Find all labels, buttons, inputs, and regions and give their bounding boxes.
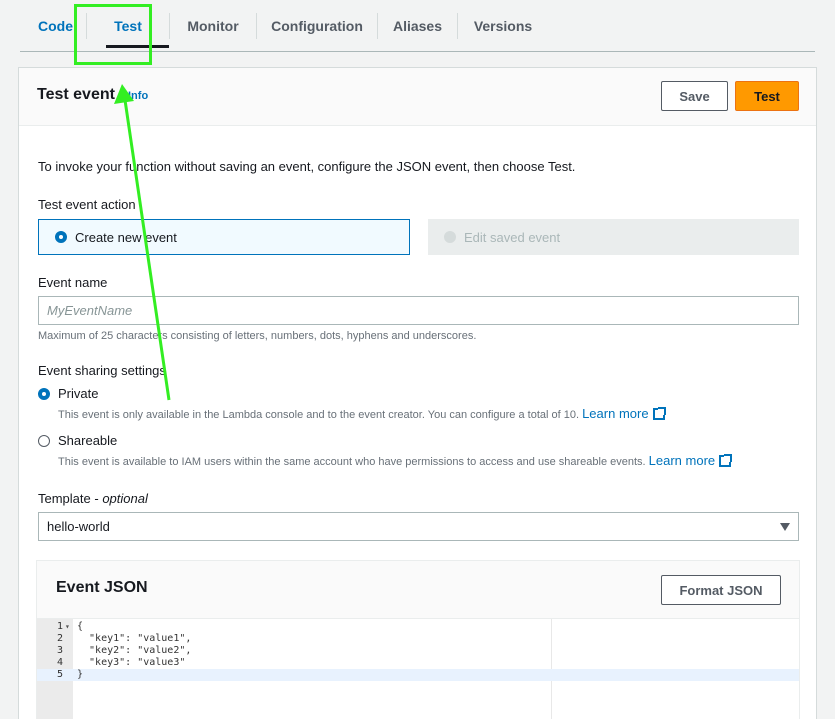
edit-saved-event-tile: Edit saved event — [428, 219, 799, 255]
test-event-panel: Test event Info Save Test To invoke your… — [18, 67, 817, 719]
format-json-button[interactable]: Format JSON — [661, 575, 781, 605]
radio-selected-icon[interactable] — [38, 387, 50, 400]
sharing-private-description: This event is only available in the Lamb… — [58, 406, 666, 421]
event-json-card: Event JSON Format JSON 1 ▾ { 2 "key1": "… — [36, 560, 800, 719]
tab-monitor[interactable]: Monitor — [170, 0, 256, 52]
code-text: "key1": "value1", — [77, 633, 192, 644]
tab-code[interactable]: Code — [20, 0, 86, 52]
code-text: "key2": "value2", — [77, 645, 192, 656]
json-code-editor[interactable]: 1 ▾ { 2 "key1": "value1", 3 "key2": "val… — [37, 618, 799, 719]
fold-toggle-icon[interactable]: ▾ — [65, 621, 70, 633]
sharing-private-label: Private — [58, 386, 99, 401]
code-text: "key3": "value3" — [77, 657, 186, 668]
template-select[interactable]: hello-world — [38, 512, 799, 541]
tab-bar: Code Test Monitor Configuration Aliases … — [20, 0, 815, 52]
line-number: 5 — [56, 669, 63, 680]
line-number: 4 — [56, 657, 63, 668]
line-number: 1 — [56, 621, 63, 632]
sharing-shareable-description: This event is available to IAM users wit… — [58, 453, 733, 468]
template-label-text: Template - — [38, 491, 103, 506]
radio-unselected-icon[interactable] — [38, 434, 50, 447]
save-button[interactable]: Save — [661, 81, 728, 111]
sharing-private-option[interactable]: Private — [38, 386, 98, 401]
event-name-hint: Maximum of 25 characters consisting of l… — [38, 330, 477, 342]
learn-more-link[interactable]: Learn more — [582, 406, 648, 421]
template-label: Template - optional — [38, 491, 148, 506]
sharing-shareable-option[interactable]: Shareable — [38, 433, 117, 448]
private-desc-text: This event is only available in the Lamb… — [58, 409, 580, 421]
tab-configuration[interactable]: Configuration — [257, 0, 377, 52]
create-new-event-label: Create new event — [75, 229, 177, 245]
external-link-icon — [652, 407, 666, 420]
event-sharing-label: Event sharing settings — [38, 363, 166, 378]
shareable-desc-text: This event is available to IAM users wit… — [58, 456, 646, 468]
code-line: 4 "key3": "value3" — [37, 657, 799, 669]
info-link[interactable]: Info — [128, 90, 148, 102]
sharing-shareable-label: Shareable — [58, 433, 118, 448]
code-line: 3 "key2": "value2", — [37, 645, 799, 657]
create-new-event-tile[interactable]: Create new event — [38, 219, 410, 255]
tab-versions[interactable]: Versions — [458, 0, 548, 52]
caret-down-icon — [780, 523, 790, 531]
code-line: 1 ▾ { — [37, 621, 799, 633]
tab-test[interactable]: Test — [87, 0, 169, 52]
event-json-title: Event JSON — [56, 579, 148, 596]
event-name-input[interactable]: MyEventName — [38, 296, 799, 325]
test-event-action-label: Test event action — [38, 197, 136, 212]
panel-header: Test event Info Save Test — [19, 68, 816, 126]
tab-aliases[interactable]: Aliases — [378, 0, 457, 52]
code-line-active: 5 } — [37, 669, 799, 681]
learn-more-link[interactable]: Learn more — [649, 453, 715, 468]
code-text: } — [77, 669, 84, 680]
panel-title: Test event — [37, 86, 115, 103]
template-label-optional: optional — [102, 491, 148, 506]
code-line: 2 "key1": "value1", — [37, 633, 799, 645]
panel-description: To invoke your function without saving a… — [38, 159, 576, 174]
test-button[interactable]: Test — [735, 81, 799, 111]
line-number: 3 — [56, 645, 63, 656]
radio-selected-icon[interactable] — [55, 231, 67, 243]
edit-saved-event-label: Edit saved event — [464, 229, 561, 245]
event-name-label: Event name — [38, 275, 108, 290]
radio-disabled-icon — [444, 231, 456, 243]
template-value: hello-world — [47, 519, 110, 534]
code-text: { — [77, 621, 84, 632]
external-link-icon — [719, 454, 733, 467]
line-number: 2 — [56, 633, 63, 644]
